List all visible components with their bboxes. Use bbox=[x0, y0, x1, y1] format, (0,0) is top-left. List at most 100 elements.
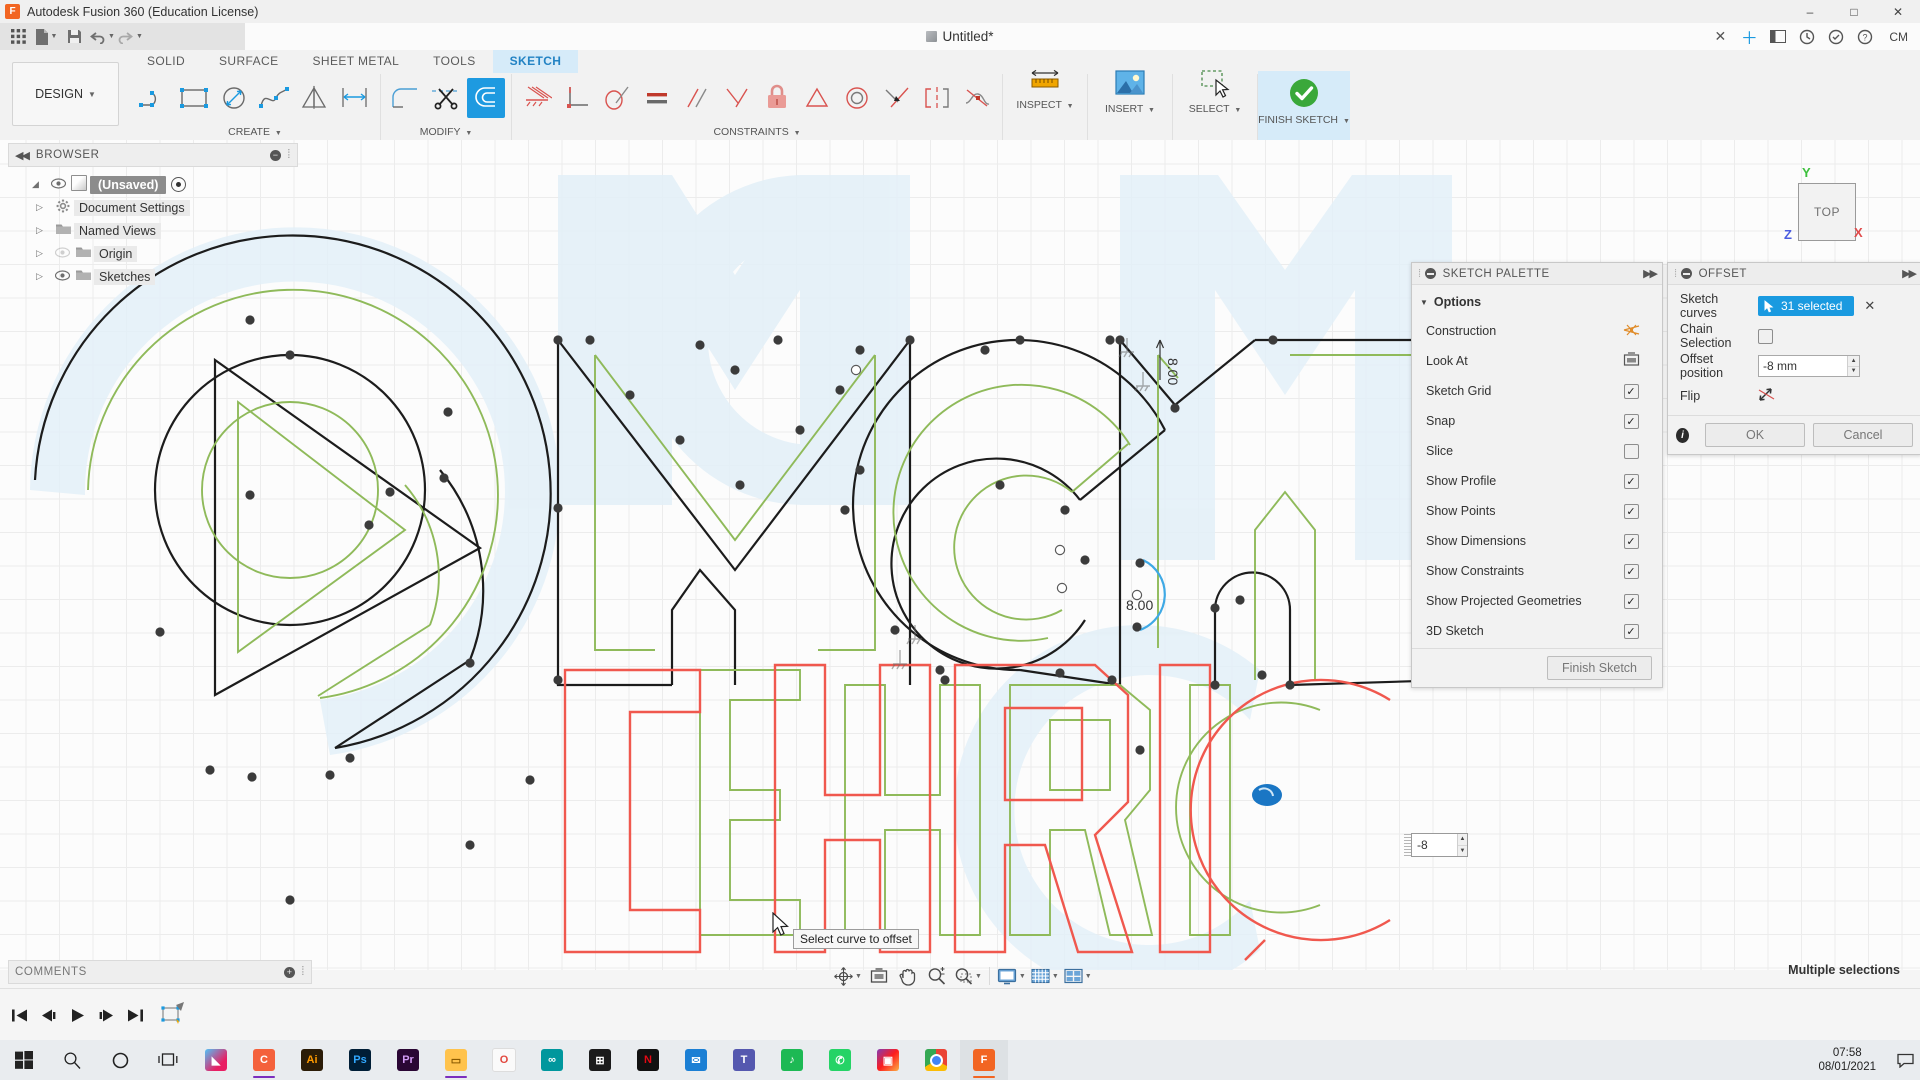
app-mail-icon[interactable]: ✉ bbox=[672, 1040, 720, 1080]
coincident-constraint-icon[interactable] bbox=[878, 78, 916, 118]
create-group-label[interactable]: CREATE ▼ bbox=[136, 126, 374, 140]
browser-item-label[interactable]: Document Settings bbox=[74, 199, 190, 216]
symmetry-constraint-icon[interactable] bbox=[918, 78, 956, 118]
tab-sheet-metal[interactable]: SHEET METAL bbox=[296, 50, 417, 73]
spinner-up-icon[interactable]: ▲ bbox=[1848, 356, 1859, 366]
offset-inline-input[interactable]: ▲ ▼ bbox=[1404, 833, 1468, 857]
display-settings-icon[interactable]: ▼ bbox=[995, 964, 1028, 988]
search-icon[interactable] bbox=[48, 1040, 96, 1080]
palette-row-show-constraints[interactable]: Show Constraints ✓ bbox=[1412, 556, 1662, 586]
palette-row-show-dimensions[interactable]: Show Dimensions ✓ bbox=[1412, 526, 1662, 556]
collapse-left-icon[interactable]: ◀◀ bbox=[15, 149, 30, 162]
sketch-grid-checkbox[interactable]: ✓ bbox=[1623, 383, 1639, 399]
play-icon[interactable] bbox=[64, 1000, 90, 1030]
show-dimensions-checkbox[interactable]: ✓ bbox=[1623, 533, 1639, 549]
mirror-icon[interactable] bbox=[296, 78, 334, 118]
maximize-button[interactable]: □ bbox=[1832, 0, 1876, 23]
palette-row-construction[interactable]: Construction bbox=[1412, 316, 1662, 346]
redo-icon[interactable]: ▼ bbox=[117, 25, 143, 48]
trim-scissors-icon[interactable] bbox=[427, 78, 465, 118]
offset-inline-value[interactable] bbox=[1412, 834, 1458, 856]
browser-item-named-views[interactable]: ▷ Named Views bbox=[8, 219, 298, 242]
undo-icon[interactable]: ▼ bbox=[89, 25, 115, 48]
palette-row-snap[interactable]: Snap ✓ bbox=[1412, 406, 1662, 436]
start-icon[interactable] bbox=[0, 1040, 48, 1080]
tab-solid[interactable]: SOLID bbox=[130, 50, 202, 73]
line-icon[interactable] bbox=[136, 78, 174, 118]
zoom-window-icon[interactable]: ▼ bbox=[952, 964, 984, 988]
sketch-feature-icon[interactable] bbox=[157, 998, 191, 1032]
3d-sketch-checkbox[interactable]: ✓ bbox=[1623, 623, 1639, 639]
panel-expand-icon[interactable]: ▶▶ bbox=[1643, 267, 1658, 280]
look-at-icon[interactable] bbox=[1623, 352, 1640, 370]
panel-grip-icon[interactable]: ⁞ bbox=[1674, 268, 1678, 280]
browser-item-origin[interactable]: ▷ Origin bbox=[8, 242, 298, 265]
inspect-button[interactable]: INSPECT ▼ bbox=[1009, 62, 1081, 134]
add-tab-icon[interactable]: ＋ bbox=[1736, 25, 1762, 48]
options-section-title[interactable]: ▼ Options bbox=[1412, 289, 1662, 316]
grid-and-snaps-icon[interactable]: ▼ bbox=[1029, 964, 1061, 988]
app-microsoft-store-icon[interactable]: ⊞ bbox=[576, 1040, 624, 1080]
viewports-icon[interactable]: ▼ bbox=[1062, 964, 1094, 988]
slice-checkbox[interactable] bbox=[1623, 443, 1639, 459]
app-chrome-icon[interactable] bbox=[912, 1040, 960, 1080]
info-icon[interactable]: i bbox=[1676, 427, 1689, 443]
finish-sketch-palette-button[interactable]: Finish Sketch bbox=[1546, 656, 1652, 680]
visibility-eye-icon[interactable] bbox=[48, 177, 68, 192]
app-teams-icon[interactable]: T bbox=[720, 1040, 768, 1080]
tab-tools[interactable]: TOOLS bbox=[416, 50, 492, 73]
tab-sketch[interactable]: SKETCH bbox=[492, 50, 579, 73]
linear-dimension-icon[interactable] bbox=[336, 78, 374, 118]
app-premiere-icon[interactable]: Pr bbox=[384, 1040, 432, 1080]
spinner-up-icon[interactable]: ▲ bbox=[1458, 834, 1467, 845]
pan-hand-icon[interactable] bbox=[894, 964, 922, 988]
browser-item-unsaved[interactable]: ◢ (Unsaved) bbox=[8, 173, 298, 196]
comments-grip-icon[interactable]: ⁞ bbox=[301, 966, 305, 978]
browser-item-label[interactable]: Sketches bbox=[94, 268, 156, 285]
user-initials[interactable]: CM bbox=[1881, 30, 1916, 44]
view-cube-face[interactable]: TOP bbox=[1798, 183, 1856, 241]
browser-grip-icon[interactable]: ⁞ bbox=[287, 149, 291, 161]
zoom-icon[interactable] bbox=[923, 964, 951, 988]
activate-component-radio[interactable] bbox=[171, 177, 187, 192]
insert-button[interactable]: INSERT ▼ bbox=[1094, 62, 1166, 134]
new-file-icon[interactable]: ▼ bbox=[33, 25, 59, 48]
fillet-icon[interactable] bbox=[387, 78, 425, 118]
show-points-checkbox[interactable]: ✓ bbox=[1623, 503, 1639, 519]
clear-selection-icon[interactable]: ✕ bbox=[1864, 298, 1875, 314]
close-button[interactable]: ✕ bbox=[1876, 0, 1920, 23]
browser-item-label[interactable]: (Unsaved) bbox=[90, 175, 167, 194]
browser-minimize-icon[interactable]: − bbox=[270, 149, 282, 161]
app-illustrator-icon[interactable]: Ai bbox=[288, 1040, 336, 1080]
offset-position-field[interactable]: ▲ ▼ bbox=[1758, 355, 1860, 377]
equal-constraint-icon[interactable] bbox=[638, 78, 676, 118]
panel-expand-icon[interactable]: ▶▶ bbox=[1902, 267, 1917, 280]
sketch-palette-header[interactable]: ⁞ SKETCH PALETTE ▶▶ bbox=[1412, 263, 1662, 285]
app-paint-3d-icon[interactable]: ◣ bbox=[192, 1040, 240, 1080]
workspace-selector[interactable]: DESIGN ▼ bbox=[12, 62, 119, 126]
app-ccleaner-icon[interactable]: C bbox=[240, 1040, 288, 1080]
offset-icon[interactable] bbox=[467, 78, 505, 118]
sketch-curves-selection[interactable]: 31 selected bbox=[1758, 296, 1855, 316]
step-back-icon[interactable] bbox=[35, 1000, 61, 1030]
spinner-down-icon[interactable]: ▼ bbox=[1848, 365, 1859, 377]
panel-minimize-icon[interactable] bbox=[1680, 268, 1692, 279]
lock-icon[interactable] bbox=[758, 78, 796, 118]
look-at-icon[interactable] bbox=[865, 964, 893, 988]
spline-icon[interactable] bbox=[256, 78, 294, 118]
show-projected-geometries-checkbox[interactable]: ✓ bbox=[1623, 593, 1639, 609]
app-grid-icon[interactable] bbox=[5, 25, 31, 48]
finish-sketch-button[interactable]: FINISH SKETCH ▼ bbox=[1258, 71, 1350, 143]
step-forward-icon[interactable] bbox=[93, 1000, 119, 1030]
palette-row-look-at[interactable]: Look At bbox=[1412, 346, 1662, 376]
palette-row-show-profile[interactable]: Show Profile ✓ bbox=[1412, 466, 1662, 496]
concentric-constraint-icon[interactable] bbox=[838, 78, 876, 118]
perpendicular-constraint-icon[interactable] bbox=[558, 78, 596, 118]
taskbar-clock[interactable]: 07:58 08/01/2021 bbox=[1818, 1046, 1890, 1074]
offset-cancel-button[interactable]: Cancel bbox=[1813, 423, 1913, 447]
horizontal-vertical-constraint-icon[interactable] bbox=[718, 78, 756, 118]
browser-item-label[interactable]: Named Views bbox=[74, 222, 161, 239]
task-view-icon[interactable] bbox=[144, 1040, 192, 1080]
offset-inline-spinner[interactable]: ▲ ▼ bbox=[1457, 834, 1467, 856]
offset-position-input[interactable] bbox=[1759, 356, 1848, 376]
